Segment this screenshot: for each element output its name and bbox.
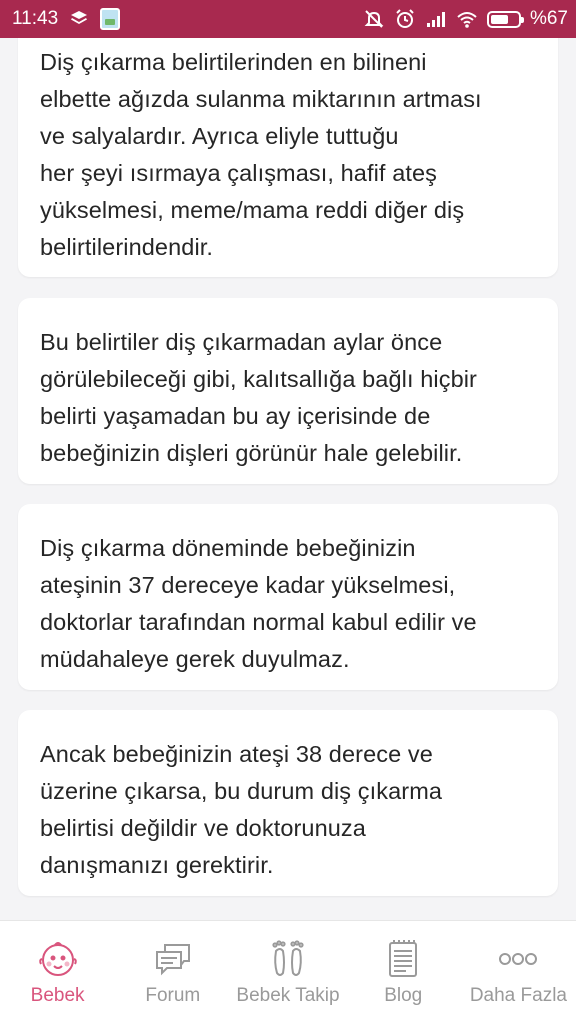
text-line: danışmanızı gerektirir. (40, 852, 274, 878)
card-text: Ancak bebeğinizin ateşi 38 derece ve üze… (40, 736, 536, 884)
baby-face-icon (36, 937, 80, 981)
status-right: %67 (363, 8, 568, 30)
text-line: belirtilerindendir. (40, 234, 214, 260)
text-line: üzerine çıkarsa, bu durum diş çıkarma (40, 778, 443, 804)
article-content[interactable]: Diş çıkarma belirtilerinden en bilineni … (0, 38, 576, 920)
status-left: 11:43 (12, 8, 121, 30)
chat-bubbles-icon (151, 937, 195, 981)
info-card: Diş çıkarma belirtilerinden en bilineni … (18, 38, 558, 277)
nav-item-forum[interactable]: Forum (115, 921, 230, 1024)
card-text: Bu belirtiler diş çıkarmadan aylar önce … (40, 324, 536, 472)
text-line: Diş çıkarma döneminde bebeğinizin (40, 535, 416, 561)
card-text: Diş çıkarma belirtilerinden en bilineni … (40, 44, 536, 266)
text-line: müdahaleye gerek duyulmaz. (40, 646, 350, 672)
text-line: Diş çıkarma belirtilerinden en bilineni (40, 49, 427, 75)
signal-icon (425, 8, 447, 30)
battery-percent: %67 (529, 8, 568, 29)
notepad-icon (381, 937, 425, 981)
app-notification-icon (100, 8, 121, 30)
nav-label: Bebek Takip (236, 985, 340, 1006)
text-line: bebeğinizin dişleri görünür hale gelebil… (40, 440, 463, 466)
nav-item-bebek-takip[interactable]: Bebek Takip (230, 921, 345, 1024)
status-time: 11:43 (12, 8, 59, 29)
info-card: Bu belirtiler diş çıkarmadan aylar önce … (18, 298, 558, 484)
text-line: her şeyi ısırmaya çalışması, hafif ateş (40, 160, 438, 186)
info-card: Diş çıkarma döneminde bebeğinizin ateşin… (18, 504, 558, 690)
nav-label: Forum (145, 985, 201, 1006)
wifi-icon (456, 8, 478, 30)
text-line: belirtisi değildir ve doktorunuza (40, 815, 366, 841)
nav-item-blog[interactable]: Blog (346, 921, 461, 1024)
more-dots-icon (496, 937, 540, 981)
text-line: yükselmesi, meme/mama reddi diğer diş (40, 197, 465, 223)
text-line: Ancak bebeğinizin ateşi 38 derece ve (40, 741, 433, 767)
alarm-icon (394, 8, 416, 30)
info-card: Ancak bebeğinizin ateşi 38 derece ve üze… (18, 710, 558, 896)
text-line: belirti yaşamadan bu ay içerisinde de (40, 403, 431, 429)
battery-fill (490, 14, 509, 24)
card-text: Diş çıkarma döneminde bebeğinizin ateşin… (40, 530, 536, 678)
nav-item-bebek[interactable]: Bebek (0, 921, 115, 1024)
nav-label: Daha Fazla (469, 985, 567, 1006)
status-bar: 11:43 %67 (0, 0, 576, 38)
text-line: elbette ağızda sulanma miktarının artmas… (40, 86, 482, 112)
footprints-icon (266, 937, 310, 981)
stack-icon (68, 8, 90, 30)
text-line: doktorlar tarafından normal kabul edilir… (40, 609, 477, 635)
bottom-navigation: Bebek Forum Bebek Takip Blog Daha Fazla (0, 920, 576, 1024)
text-line: Bu belirtiler diş çıkarmadan aylar önce (40, 329, 443, 355)
text-line: ve salyalardır. Ayrıca eliyle tuttuğu (40, 123, 399, 149)
nav-label: Bebek (30, 985, 85, 1006)
text-line: görülebileceği gibi, kalıtsallığa bağlı … (40, 366, 477, 392)
text-line: ateşinin 37 dereceye kadar yükselmesi, (40, 572, 456, 598)
nav-item-daha-fazla[interactable]: Daha Fazla (461, 921, 576, 1024)
nav-label: Blog (384, 985, 423, 1006)
mute-icon (363, 8, 385, 30)
battery-icon (486, 10, 524, 28)
